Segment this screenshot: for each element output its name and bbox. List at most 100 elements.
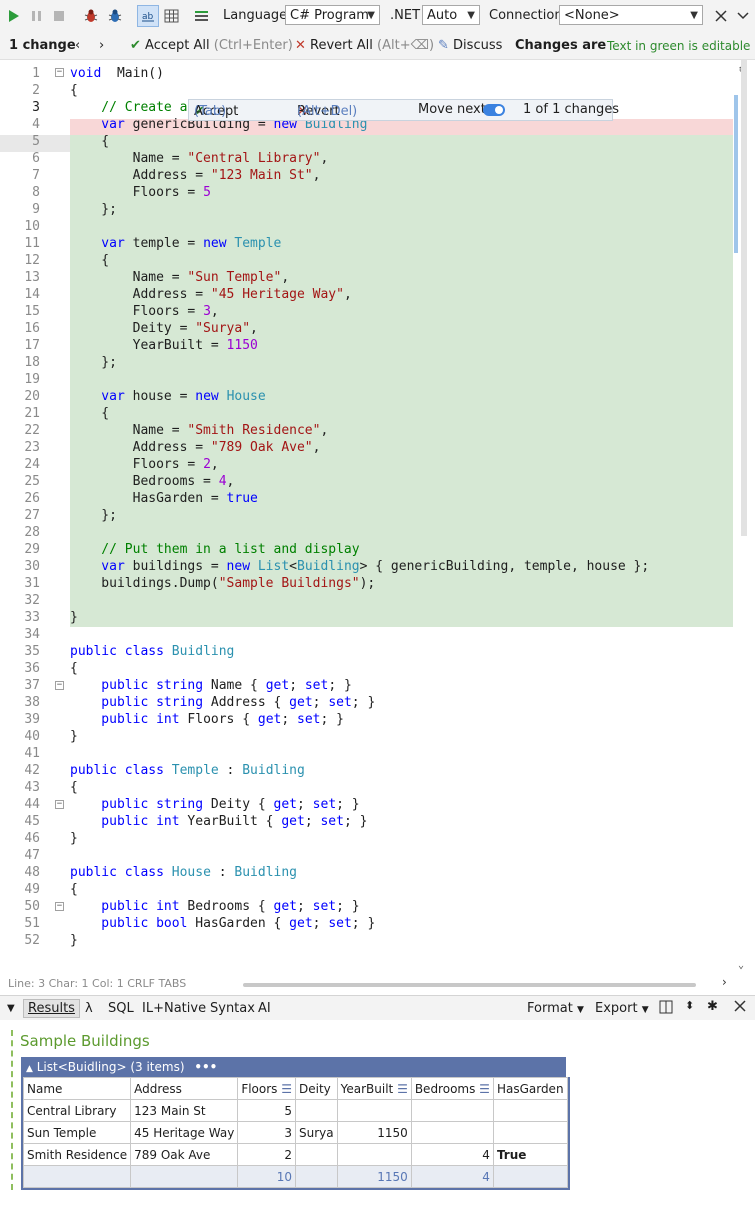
- fold-toggle-icon[interactable]: −: [55, 68, 64, 77]
- language-select[interactable]: C# Program ▼: [285, 5, 380, 25]
- chevron-down-icon[interactable]: ⌄: [738, 960, 744, 971]
- up-down-icon[interactable]: ⬍: [685, 999, 694, 1012]
- code-line[interactable]: {: [70, 881, 78, 898]
- code-line[interactable]: };: [70, 507, 117, 524]
- vertical-scrollbar-track[interactable]: [741, 60, 747, 536]
- code-line[interactable]: public class Temple : Buidling: [70, 762, 305, 779]
- code-line[interactable]: Floors = 3,: [70, 303, 219, 320]
- fold-toggle-icon[interactable]: −: [55, 681, 64, 690]
- code-line[interactable]: Address = "45 Heritage Way",: [70, 286, 352, 303]
- accept-all-button[interactable]: ✔ Accept All (Ctrl+Enter): [130, 38, 293, 53]
- code-line[interactable]: }: [70, 728, 78, 745]
- bug-icon[interactable]: [82, 7, 100, 25]
- column-header[interactable]: Address: [130, 1077, 239, 1100]
- code-line[interactable]: public bool HasGarden { get; set; }: [70, 915, 375, 932]
- pause-icon[interactable]: [28, 7, 46, 25]
- column-header[interactable]: Floors ☰: [237, 1077, 296, 1100]
- code-line[interactable]: public int Floors { get; set; }: [70, 711, 344, 728]
- code-line[interactable]: var temple = new Temple: [70, 235, 281, 252]
- tab-sql[interactable]: SQL: [108, 1001, 134, 1016]
- move-next-toggle[interactable]: [483, 104, 505, 116]
- code-line[interactable]: Address = "123 Main St",: [70, 167, 321, 184]
- chevron-left-icon[interactable]: ‹: [75, 38, 80, 53]
- code-line[interactable]: }: [70, 609, 78, 626]
- connection-select[interactable]: <None> ▼: [559, 5, 703, 25]
- column-menu-icon[interactable]: ☰: [277, 1082, 292, 1096]
- code-line[interactable]: public int Bedrooms { get; set; }: [70, 898, 359, 915]
- code-line[interactable]: Name = "Central Library",: [70, 150, 329, 167]
- debug-bug-icon[interactable]: [106, 7, 124, 25]
- more-options-icon[interactable]: •••: [194, 1060, 217, 1074]
- code-line[interactable]: buildings.Dump("Sample Buildings");: [70, 575, 375, 592]
- settings-icon[interactable]: ✱: [707, 999, 718, 1014]
- chevron-right-icon[interactable]: ›: [99, 38, 104, 53]
- code-line[interactable]: Name = "Smith Residence",: [70, 422, 329, 439]
- code-editor[interactable]: 1void Main()2{3 // Create a few sample b…: [0, 60, 755, 975]
- code-line[interactable]: public string Name { get; set; }: [70, 677, 352, 694]
- code-line[interactable]: void Main(): [70, 65, 164, 82]
- code-line[interactable]: };: [70, 354, 117, 371]
- code-line[interactable]: public class House : Buidling: [70, 864, 297, 881]
- run-icon[interactable]: [5, 7, 23, 25]
- column-header[interactable]: Name: [22, 1077, 132, 1100]
- code-line[interactable]: Name = "Sun Temple",: [70, 269, 290, 286]
- tab-ai[interactable]: AI: [258, 1001, 271, 1016]
- tab-il-native[interactable]: IL+Native: [142, 1001, 206, 1016]
- list-icon[interactable]: [192, 7, 210, 25]
- code-line[interactable]: }: [70, 830, 78, 847]
- code-line[interactable]: public string Address { get; set; }: [70, 694, 375, 711]
- code-line[interactable]: public string Deity { get; set; }: [70, 796, 359, 813]
- column-header[interactable]: Deity: [295, 1077, 338, 1100]
- code-line[interactable]: {: [70, 660, 78, 677]
- column-menu-icon[interactable]: ☰: [475, 1082, 490, 1096]
- code-line[interactable]: {: [70, 405, 109, 422]
- panel-layout-icon[interactable]: [659, 1000, 673, 1018]
- chevron-right-icon[interactable]: ›: [722, 975, 727, 989]
- code-line[interactable]: {: [70, 779, 78, 796]
- dump-header[interactable]: ▲ List<Buidling> (3 items) •••: [21, 1057, 566, 1077]
- discuss-button[interactable]: ✎ Discuss: [438, 38, 502, 53]
- tab-syntax[interactable]: Syntax: [210, 1001, 255, 1016]
- fold-toggle-icon[interactable]: −: [55, 902, 64, 911]
- column-header[interactable]: Bedrooms ☰: [410, 1077, 494, 1100]
- stop-icon[interactable]: [50, 7, 68, 25]
- code-line[interactable]: {: [70, 82, 78, 99]
- code-line[interactable]: public class Buidling: [70, 643, 234, 660]
- collapse-panel-icon[interactable]: ▼: [7, 1003, 15, 1014]
- close-icon[interactable]: [712, 7, 730, 25]
- code-line[interactable]: YearBuilt = 1150: [70, 337, 258, 354]
- column-header[interactable]: HasGarden: [492, 1077, 568, 1100]
- fold-toggle-icon[interactable]: −: [55, 800, 64, 809]
- export-menu[interactable]: Export ▼: [595, 1001, 649, 1016]
- code-line[interactable]: {: [70, 133, 109, 150]
- column-header[interactable]: YearBuilt ☰: [336, 1077, 412, 1100]
- code-line[interactable]: Address = "789 Oak Ave",: [70, 439, 321, 456]
- code-line[interactable]: public int YearBuilt { get; set; }: [70, 813, 367, 830]
- dotnet-select[interactable]: Auto ▼: [422, 5, 480, 25]
- revert-all-button[interactable]: ✕ Revert All (Alt+⌫): [295, 38, 434, 53]
- code-line[interactable]: };: [70, 201, 117, 218]
- code-line[interactable]: {: [70, 252, 109, 269]
- code-line[interactable]: var house = new House: [70, 388, 265, 405]
- code-token: Name =: [70, 423, 188, 438]
- code-line[interactable]: var buildings = new List<Buidling> { gen…: [70, 558, 649, 575]
- horizontal-scrollbar-thumb[interactable]: [243, 983, 696, 987]
- code-line[interactable]: Floors = 5: [70, 184, 211, 201]
- vertical-scrollbar-thumb[interactable]: [734, 95, 738, 253]
- code-line[interactable]: HasGarden = true: [70, 490, 258, 507]
- chevron-down-icon[interactable]: [734, 7, 752, 25]
- connection-value: <None>: [564, 8, 620, 23]
- text-results-icon[interactable]: ab: [137, 5, 159, 27]
- close-results-icon[interactable]: [734, 1000, 746, 1016]
- tab-results[interactable]: Results: [23, 999, 80, 1018]
- code-line[interactable]: }: [70, 932, 78, 949]
- column-menu-icon[interactable]: ☰: [393, 1082, 408, 1096]
- code-line[interactable]: Floors = 2,: [70, 456, 219, 473]
- tab-lambda[interactable]: λ: [85, 1001, 93, 1016]
- format-menu[interactable]: Format ▼: [527, 1001, 584, 1016]
- grid-results-icon[interactable]: [162, 7, 180, 25]
- code-line[interactable]: Deity = "Surya",: [70, 320, 258, 337]
- code-line[interactable]: Bedrooms = 4,: [70, 473, 235, 490]
- code-line[interactable]: // Put them in a list and display: [70, 541, 359, 558]
